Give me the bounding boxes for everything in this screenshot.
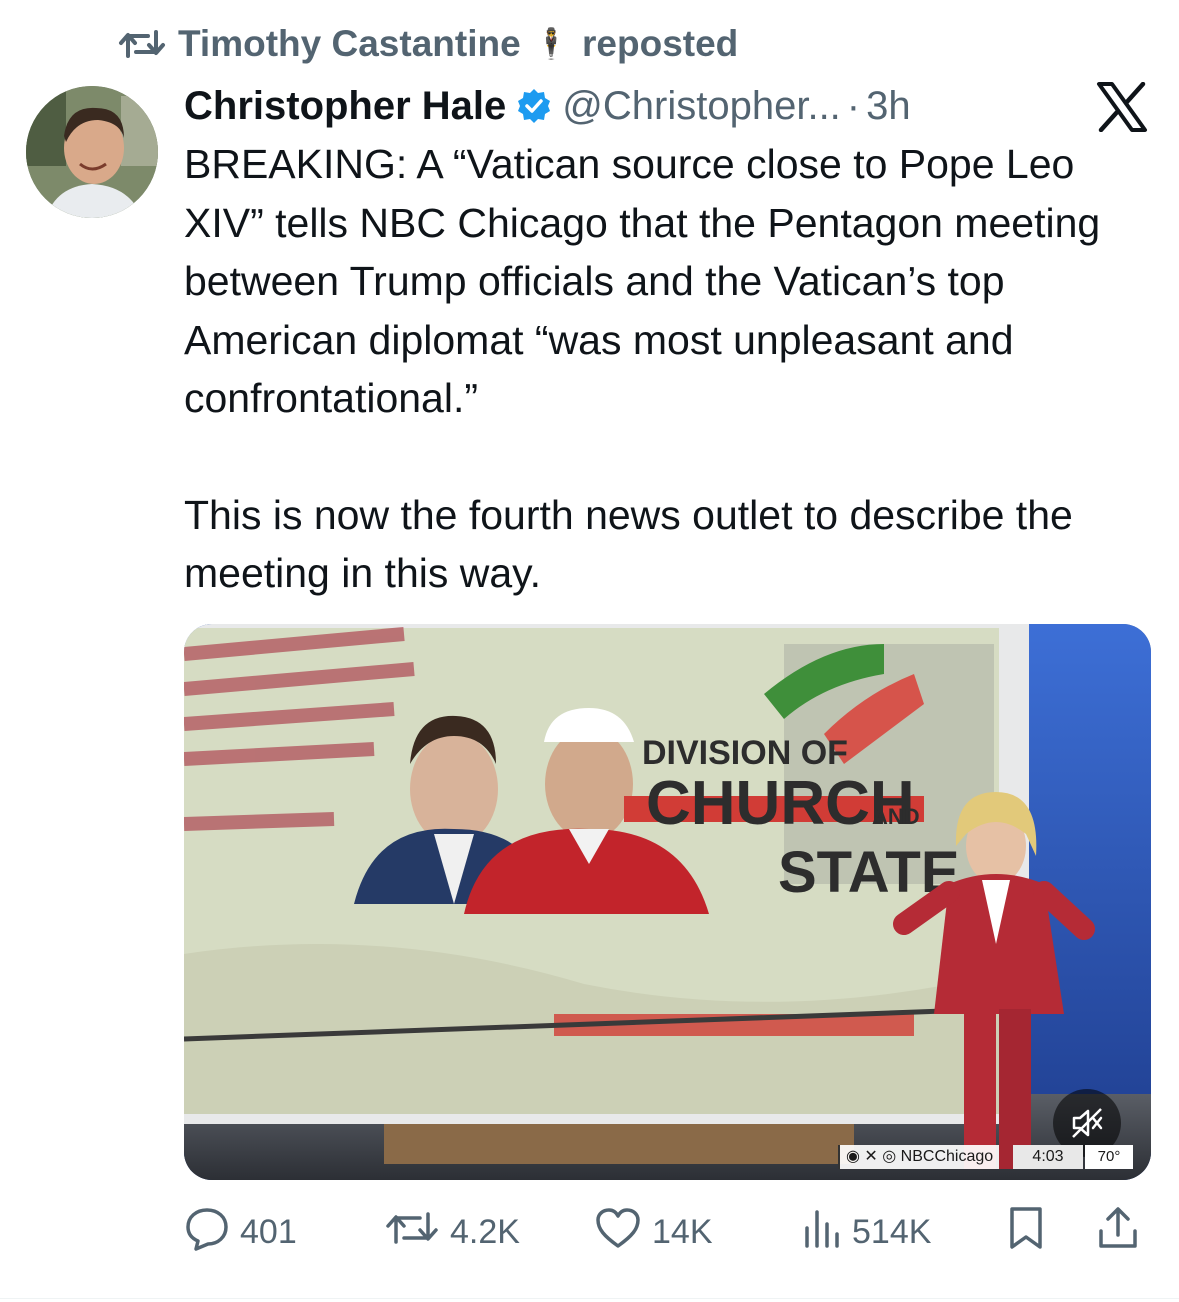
bookmark-icon xyxy=(1006,1205,1046,1260)
tweet-body: BREAKING: A “Vatican source close to Pop… xyxy=(184,135,1164,603)
verified-badge-icon xyxy=(516,88,552,124)
x-logo-icon xyxy=(1096,81,1148,133)
repost-icon xyxy=(384,1208,440,1257)
tweet-header: Christopher Hale @Christopher... · 3h xyxy=(184,80,1004,132)
bookmark-button[interactable] xyxy=(1006,1205,1046,1259)
tweet-actions: 401 4.2K 14K 514K xyxy=(184,1205,1146,1259)
tweet-paragraph: This is now the fourth news outlet to de… xyxy=(184,491,1073,597)
repost-button[interactable]: 4.2K xyxy=(384,1205,520,1259)
headline-and: AND xyxy=(872,804,920,829)
share-icon xyxy=(1096,1205,1140,1260)
headline-line-1: DIVISION OF xyxy=(642,734,848,772)
author-name[interactable]: Christopher Hale xyxy=(184,84,506,129)
views-chart-icon xyxy=(802,1206,842,1259)
share-button[interactable] xyxy=(1096,1205,1140,1259)
reposter-name[interactable]: Timothy Castantine xyxy=(178,23,521,65)
reply-count: 401 xyxy=(240,1212,297,1251)
repost-label: reposted xyxy=(582,23,739,64)
views-count: 514K xyxy=(852,1212,932,1251)
author-avatar[interactable] xyxy=(26,86,158,218)
like-button[interactable]: 14K xyxy=(594,1205,713,1259)
reposter-emoji: 🕴 xyxy=(532,27,571,61)
tweet-video[interactable]: DIVISION OF CHURCH AND STATE xyxy=(184,624,1151,1180)
tweet-paragraph: BREAKING: A “Vatican source close to Pop… xyxy=(184,141,1101,421)
speaker-muted-icon xyxy=(1069,1105,1105,1141)
like-count: 14K xyxy=(652,1212,713,1251)
reply-icon xyxy=(184,1205,230,1260)
tweet-timestamp[interactable]: 3h xyxy=(866,84,911,129)
broadcast-temperature: 70° xyxy=(1085,1145,1133,1169)
station-handle: ◉ ✕ ◎ NBCChicago xyxy=(838,1145,1000,1169)
station-handle-text: NBCChicago xyxy=(900,1148,994,1165)
broadcast-clock: 4:03 xyxy=(1013,1145,1083,1169)
social-icons: ◉ ✕ ◎ xyxy=(846,1148,901,1165)
author-handle[interactable]: @Christopher... xyxy=(562,84,841,129)
divider xyxy=(0,1298,1179,1299)
separator-dot: · xyxy=(846,83,861,128)
repost-context: Timothy Castantine 🕴 reposted xyxy=(118,18,738,70)
views-button[interactable]: 514K xyxy=(802,1205,931,1259)
repost-icon xyxy=(118,26,166,62)
reply-button[interactable]: 401 xyxy=(184,1205,297,1259)
heart-icon xyxy=(594,1206,642,1259)
repost-count: 4.2K xyxy=(450,1212,520,1251)
